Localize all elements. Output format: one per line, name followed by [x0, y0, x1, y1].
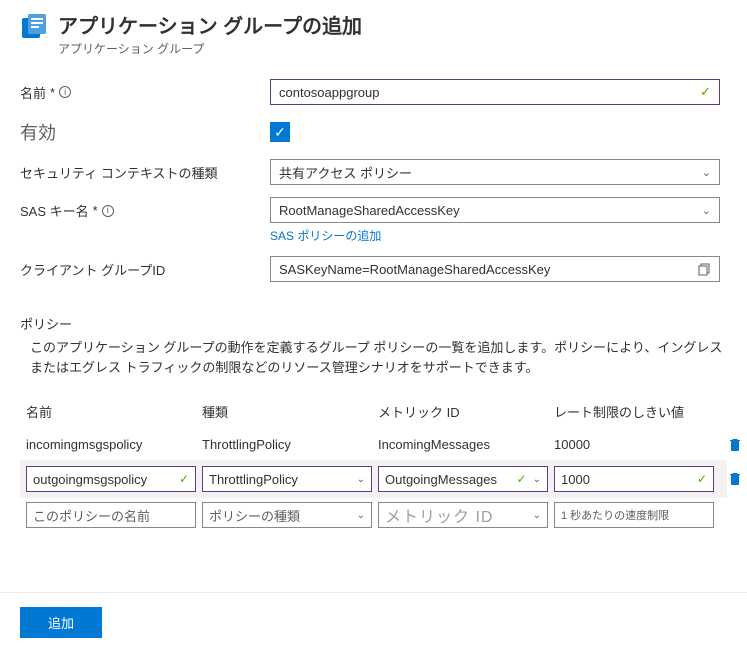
page-subtitle: アプリケーション グループ: [58, 40, 362, 57]
security-context-select[interactable]: 共有アクセス ポリシー ⌄: [270, 159, 720, 185]
policy-section-description: このアプリケーション グループの動作を定義するグループ ポリシーの一覧を追加しま…: [30, 338, 727, 377]
field-sas-key-row: SAS キー名 * i RootManageSharedAccessKey ⌄ …: [20, 197, 727, 244]
client-group-id-field: SASKeyName=RootManageSharedAccessKey: [270, 256, 720, 282]
col-name: 名前: [26, 402, 196, 421]
check-icon: ✓: [517, 472, 527, 486]
col-type: 種類: [202, 402, 372, 421]
name-input[interactable]: contosoappgroup ✓: [270, 79, 720, 105]
chevron-down-icon: ⌄: [702, 166, 711, 179]
table-row-new: このポリシーの名前 ポリシーの種類 ⌄ メトリック ID ⌄ 1 秒あたりの速度…: [20, 498, 727, 532]
delete-icon[interactable]: [720, 438, 747, 452]
policy-name-input[interactable]: outgoingmsgspolicy ✓: [26, 466, 196, 492]
footer: 追加: [0, 592, 747, 652]
client-group-label: クライアント グループID: [20, 260, 270, 279]
cell-metric: IncomingMessages: [378, 437, 548, 452]
policy-type-select[interactable]: ポリシーの種類 ⌄: [202, 502, 372, 528]
chevron-down-icon: ⌄: [533, 510, 541, 521]
policy-threshold-input[interactable]: 1000 ✓: [554, 466, 714, 492]
field-name-row: 名前 * i contosoappgroup ✓: [20, 77, 727, 107]
check-icon: ✓: [697, 472, 707, 486]
policy-type-select[interactable]: ThrottlingPolicy ⌄: [202, 466, 372, 492]
table-row-editing: outgoingmsgspolicy ✓ ThrottlingPolicy ⌄ …: [20, 460, 727, 498]
check-icon: ✓: [700, 84, 711, 100]
check-icon: ✓: [179, 472, 189, 486]
cell-type: ThrottlingPolicy: [202, 437, 372, 452]
enabled-label: 有効: [20, 119, 270, 145]
policy-metric-select[interactable]: メトリック ID ⌄: [378, 502, 548, 528]
copy-icon[interactable]: [698, 263, 711, 276]
policy-table-header: 名前 種類 メトリック ID レート制限のしきい値: [20, 392, 727, 429]
name-label: 名前 * i: [20, 83, 270, 102]
policy-threshold-input[interactable]: 1 秒あたりの速度制限: [554, 502, 714, 528]
policy-name-input[interactable]: このポリシーの名前: [26, 502, 196, 528]
add-sas-policy-link[interactable]: SAS ポリシーの追加: [270, 227, 720, 244]
enabled-checkbox[interactable]: ✓: [270, 122, 290, 142]
policy-table: 名前 種類 メトリック ID レート制限のしきい値 incomingmsgspo…: [20, 392, 727, 532]
app-group-icon: [20, 12, 48, 40]
field-security-context-row: セキュリティ コンテキストの種類 共有アクセス ポリシー ⌄: [20, 157, 727, 187]
cell-threshold: 10000: [554, 437, 714, 452]
page-header: アプリケーション グループの追加 アプリケーション グループ: [0, 10, 747, 67]
policy-metric-select[interactable]: OutgoingMessages ✓⌄: [378, 466, 548, 492]
add-button[interactable]: 追加: [20, 607, 102, 638]
info-icon[interactable]: i: [59, 86, 71, 98]
page-title: アプリケーション グループの追加: [58, 10, 362, 39]
col-metric: メトリック ID: [378, 402, 548, 421]
table-row: incomingmsgspolicy ThrottlingPolicy Inco…: [20, 429, 727, 460]
chevron-down-icon: ⌄: [357, 474, 365, 485]
field-client-group-row: クライアント グループID SASKeyName=RootManageShare…: [20, 254, 727, 284]
info-icon[interactable]: i: [102, 205, 114, 217]
policy-section-heading: ポリシー: [20, 314, 727, 333]
delete-icon[interactable]: [720, 472, 747, 486]
field-enabled-row: 有効 ✓: [20, 117, 727, 147]
sas-key-label: SAS キー名 * i: [20, 197, 270, 220]
chevron-down-icon: ⌄: [357, 510, 365, 521]
chevron-down-icon: ⌄: [702, 204, 711, 217]
col-threshold: レート制限のしきい値: [554, 402, 714, 421]
chevron-down-icon: ⌄: [533, 474, 541, 485]
sas-key-select[interactable]: RootManageSharedAccessKey ⌄: [270, 197, 720, 223]
security-context-label: セキュリティ コンテキストの種類: [20, 163, 270, 182]
cell-name: incomingmsgspolicy: [26, 437, 196, 452]
